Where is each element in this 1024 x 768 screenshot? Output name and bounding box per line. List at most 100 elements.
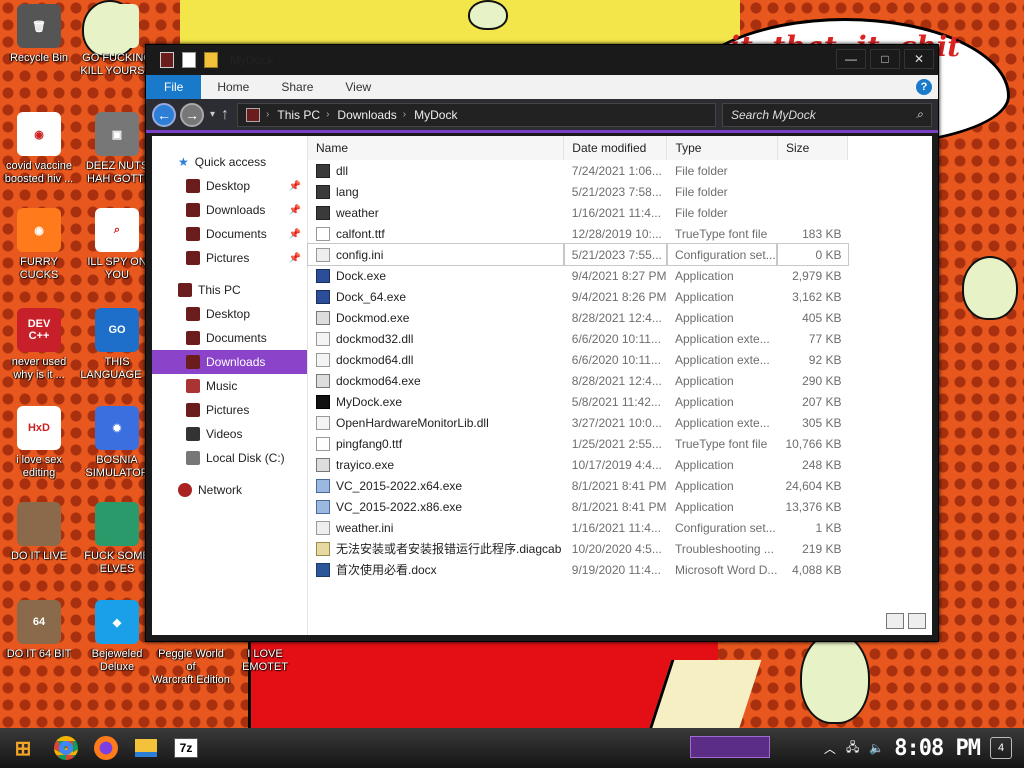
file-row[interactable]: lang 5/21/2023 7:58... File folder: [308, 181, 848, 202]
nav-label: Pictures: [206, 251, 250, 265]
file-row[interactable]: VC_2015-2022.x86.exe 8/1/2021 8:41 PM Appl…: [308, 496, 848, 517]
desktop-icon[interactable]: ◉ covid vaccine boosted hiv ...: [0, 112, 78, 186]
nav-item-documents[interactable]: Documents 📌: [152, 222, 307, 246]
pin-icon[interactable]: 📌: [289, 181, 301, 192]
file-row[interactable]: Dock_64.exe 9/4/2021 8:26 PM Application 3,…: [308, 286, 848, 307]
nav-quick-access[interactable]: ★ Quick access: [152, 150, 307, 174]
address-bar[interactable]: › This PC › Downloads › MyDock: [237, 102, 716, 127]
file-type: Troubleshooting ...: [674, 541, 774, 556]
column-type[interactable]: Type: [666, 136, 778, 160]
file-explorer-icon: [135, 739, 157, 757]
clock[interactable]: 8:08 PM: [894, 736, 981, 761]
nav-label: Desktop: [206, 179, 251, 193]
forward-button[interactable]: →: [180, 102, 204, 127]
file-size: 219 KB: [802, 541, 842, 556]
file-row[interactable]: pingfang0.ttf 1/25/2021 2:55... TrueType f…: [308, 433, 848, 454]
file-row[interactable]: weather 1/16/2021 11:4... File folder: [308, 202, 848, 223]
start-button[interactable]: ⊞: [0, 730, 46, 766]
nav-network[interactable]: Network: [152, 478, 307, 502]
title-bar[interactable]: MyDock — □ ✕: [146, 45, 938, 75]
desktop-icon[interactable]: HxD i love sex editing: [0, 406, 78, 480]
breadcrumb-mydock[interactable]: MyDock: [414, 108, 457, 122]
pin-icon[interactable]: 📌: [289, 253, 301, 264]
taskbar-file-explorer[interactable]: [126, 730, 166, 766]
nav-this-pc[interactable]: This PC: [152, 278, 307, 302]
column-name[interactable]: Name: [308, 136, 565, 160]
up-arrow-icon[interactable]: ↑: [221, 106, 229, 124]
show-hidden-icons-icon[interactable]: ︿: [824, 740, 836, 757]
file-row[interactable]: dockmod64.dll 6/6/2020 10:11... Applicatio…: [308, 349, 848, 370]
tab-share[interactable]: Share: [265, 75, 329, 99]
close-button[interactable]: ✕: [904, 49, 934, 69]
chrome-icon: [54, 736, 78, 760]
volume-icon[interactable]: 🔈: [869, 741, 884, 755]
nav-item-downloads[interactable]: Downloads: [152, 350, 307, 374]
file-row[interactable]: trayico.exe 10/17/2019 4:4... Application 2…: [308, 454, 848, 475]
search-icon[interactable]: ⌕: [916, 107, 923, 122]
file-name-cell: dockmod32.dll: [308, 328, 564, 349]
column-date-modified[interactable]: Date modified: [563, 136, 668, 160]
new-folder-icon[interactable]: [204, 52, 218, 68]
file-row[interactable]: dockmod64.exe 8/28/2021 12:4... Applicatio…: [308, 370, 848, 391]
recent-locations-icon[interactable]: ▾: [210, 109, 215, 120]
desktop-icon[interactable]: DEV C++ never used why is it ...: [0, 308, 78, 382]
tab-home[interactable]: Home: [201, 75, 265, 99]
nav-item-pictures[interactable]: Pictures: [152, 398, 307, 422]
taskbar-chrome[interactable]: [46, 730, 86, 766]
column-size[interactable]: Size: [777, 136, 849, 160]
breadcrumb-this-pc[interactable]: This PC: [277, 108, 320, 122]
nav-item-music[interactable]: Music: [152, 374, 307, 398]
notification-center-button[interactable]: 4: [990, 737, 1012, 759]
nav-item-videos[interactable]: Videos: [152, 422, 307, 446]
file-row[interactable]: Dock.exe 9/4/2021 8:27 PM Application 2,979…: [308, 265, 848, 286]
back-button[interactable]: ←: [152, 102, 176, 127]
nav-label: This PC: [198, 283, 241, 297]
file-row[interactable]: weather.ini 1/16/2021 11:4... Configuratio…: [308, 517, 848, 538]
minimize-button[interactable]: —: [836, 49, 866, 69]
window-controls: — □ ✕: [836, 49, 934, 69]
pin-icon[interactable]: 📌: [289, 205, 301, 216]
config-icon: [316, 520, 330, 535]
nav-item-documents[interactable]: Documents: [152, 326, 307, 350]
file-name-cell: MyDock.exe: [308, 391, 564, 412]
desktop-icon[interactable]: 64 DO IT 64 BIT: [0, 600, 78, 661]
file-row[interactable]: dockmod32.dll 6/6/2020 10:11... Applicatio…: [308, 328, 848, 349]
nav-item-desktop[interactable]: Desktop 📌: [152, 174, 307, 198]
file-row[interactable]: dll 7/24/2021 1:06... File folder: [308, 160, 848, 181]
properties-icon[interactable]: [182, 52, 196, 68]
help-icon[interactable]: ?: [916, 79, 932, 95]
file-row[interactable]: 无法安装或者安装报错运行此程序.diagcab 10/20/2020 4:5...…: [308, 538, 848, 559]
file-row[interactable]: 首次使用必看.docx 9/19/2020 11:4... Microsoft Wo…: [308, 559, 848, 580]
file-row[interactable]: Dockmod.exe 8/28/2021 12:4... Application 4…: [308, 307, 848, 328]
desktop-icon[interactable]: ◉ FURRY CUCKS: [0, 208, 78, 282]
file-size: [777, 202, 847, 223]
folder-path-icon: [246, 107, 261, 122]
file-row[interactable]: config.ini 5/21/2023 7:55... Configuration…: [307, 243, 849, 266]
breadcrumb-downloads[interactable]: Downloads: [337, 108, 396, 122]
nav-item-pictures[interactable]: Pictures 📌: [152, 246, 307, 270]
nav-label: Downloads: [206, 355, 266, 369]
pin-icon[interactable]: 📌: [289, 229, 301, 240]
search-input[interactable]: [731, 107, 917, 122]
file-name-cell: pingfang0.ttf: [308, 433, 564, 454]
file-name-cell: Dock_64.exe: [308, 286, 564, 307]
desktop-icon[interactable]: DO IT LIVE: [0, 502, 78, 563]
nav-item-downloads[interactable]: Downloads 📌: [152, 198, 307, 222]
file-row[interactable]: MyDock.exe 5/8/2021 11:42... Application 20…: [308, 391, 848, 412]
maximize-button[interactable]: □: [870, 49, 900, 69]
nav-item-local-disk-c[interactable]: Local Disk (C:): [152, 446, 307, 470]
taskbar-7zip[interactable]: 7z: [166, 730, 206, 766]
taskbar-firefox[interactable]: [86, 730, 126, 766]
large-icons-view-button[interactable]: [908, 613, 926, 629]
details-view-button[interactable]: [886, 613, 904, 629]
file-row[interactable]: VC_2015-2022.x64.exe 8/1/2021 8:41 PM Appl…: [308, 475, 848, 496]
nav-item-desktop[interactable]: Desktop: [152, 302, 307, 326]
tab-view[interactable]: View: [329, 75, 387, 99]
file-row[interactable]: calfont.ttf 12/28/2019 10:... TrueType fon…: [308, 223, 848, 244]
desktop-icon[interactable]: 🗑 Recycle Bin: [0, 4, 78, 65]
file-row[interactable]: OpenHardwareMonitorLib.dll 3/27/2021 10:0…: [308, 412, 848, 433]
tab-file[interactable]: File: [146, 75, 202, 99]
app-icon[interactable]: [160, 52, 174, 68]
desktop-icon-image: [95, 502, 139, 546]
network-tray-icon[interactable]: 🖧: [846, 738, 859, 759]
